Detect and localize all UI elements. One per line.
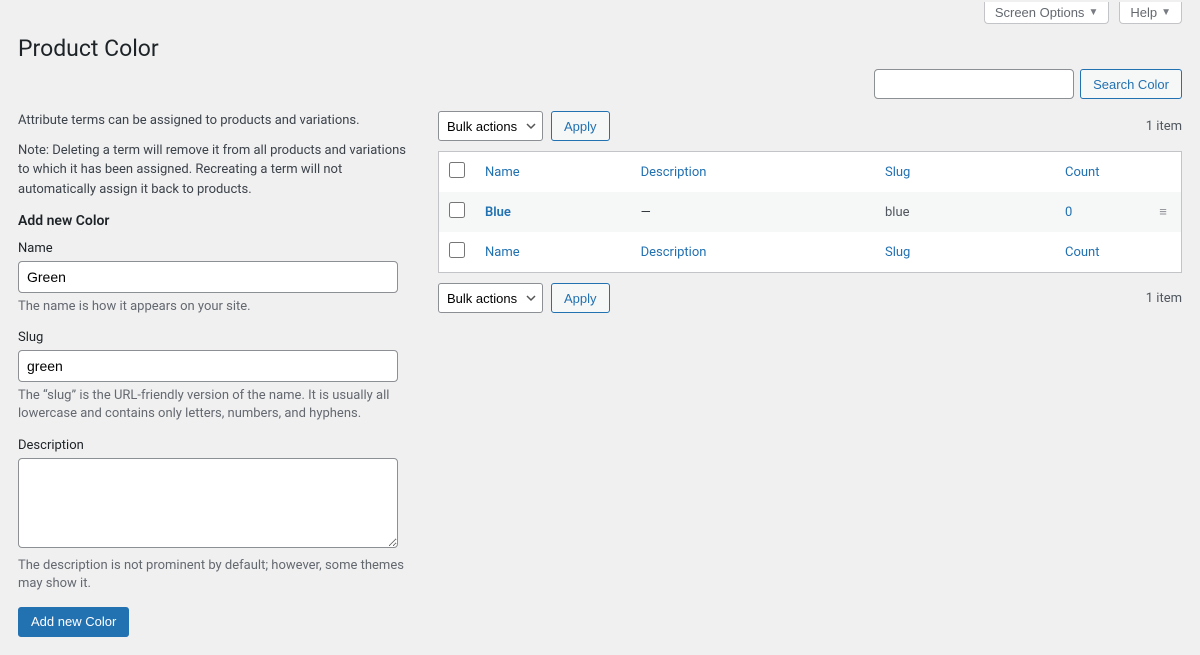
bulk-actions-select-bottom[interactable]: Bulk actions [438, 283, 543, 313]
terms-table: Name Description Slug Count Blue — blue … [438, 151, 1182, 273]
select-all-bottom[interactable] [449, 242, 465, 258]
page-title: Product Color [18, 26, 1182, 66]
term-description-cell: — [631, 192, 875, 232]
help-label: Help [1130, 5, 1157, 20]
select-all-top[interactable] [449, 162, 465, 178]
term-count-link[interactable]: 0 [1065, 205, 1072, 220]
apply-button-bottom[interactable]: Apply [551, 283, 610, 313]
term-name-link[interactable]: Blue [485, 205, 511, 220]
col-description-header[interactable]: Description [641, 165, 707, 180]
note-text: Note: Deleting a term will remove it fro… [18, 141, 418, 200]
col-description-footer[interactable]: Description [641, 245, 707, 260]
slug-input[interactable] [18, 350, 398, 382]
apply-button-top[interactable]: Apply [551, 111, 610, 141]
col-count-header[interactable]: Count [1065, 165, 1099, 180]
name-input[interactable] [18, 261, 398, 293]
col-slug-header[interactable]: Slug [885, 165, 910, 180]
slug-label: Slug [18, 330, 418, 345]
col-name-footer[interactable]: Name [485, 245, 520, 260]
intro-text: Attribute terms can be assigned to produ… [18, 111, 418, 131]
search-button[interactable]: Search Color [1080, 69, 1182, 99]
col-name-header[interactable]: Name [485, 165, 520, 180]
caret-down-icon: ▼ [1161, 7, 1171, 18]
description-textarea[interactable] [18, 458, 398, 548]
add-new-heading: Add new Color [18, 213, 418, 229]
screen-options-label: Screen Options [995, 5, 1085, 20]
name-label: Name [18, 241, 418, 256]
name-desc: The name is how it appears on your site. [18, 298, 418, 316]
description-label: Description [18, 438, 418, 453]
table-row: Blue — blue 0 ≡ [439, 192, 1182, 232]
slug-desc: The “slug” is the URL-friendly version o… [18, 387, 418, 423]
description-desc: The description is not prominent by defa… [18, 557, 418, 593]
help-button[interactable]: Help ▼ [1119, 2, 1182, 24]
item-count-bottom: 1 item [1146, 291, 1182, 306]
term-slug-cell: blue [875, 192, 1055, 232]
screen-options-button[interactable]: Screen Options ▼ [984, 2, 1110, 24]
row-select-checkbox[interactable] [449, 202, 465, 218]
col-slug-footer[interactable]: Slug [885, 245, 910, 260]
col-count-footer[interactable]: Count [1065, 245, 1099, 260]
item-count-top: 1 item [1146, 119, 1182, 134]
drag-handle-icon[interactable]: ≡ [1155, 206, 1171, 219]
bulk-actions-select-top[interactable]: Bulk actions [438, 111, 543, 141]
search-input[interactable] [874, 69, 1074, 99]
add-new-color-button[interactable]: Add new Color [18, 607, 129, 637]
caret-down-icon: ▼ [1088, 7, 1098, 18]
